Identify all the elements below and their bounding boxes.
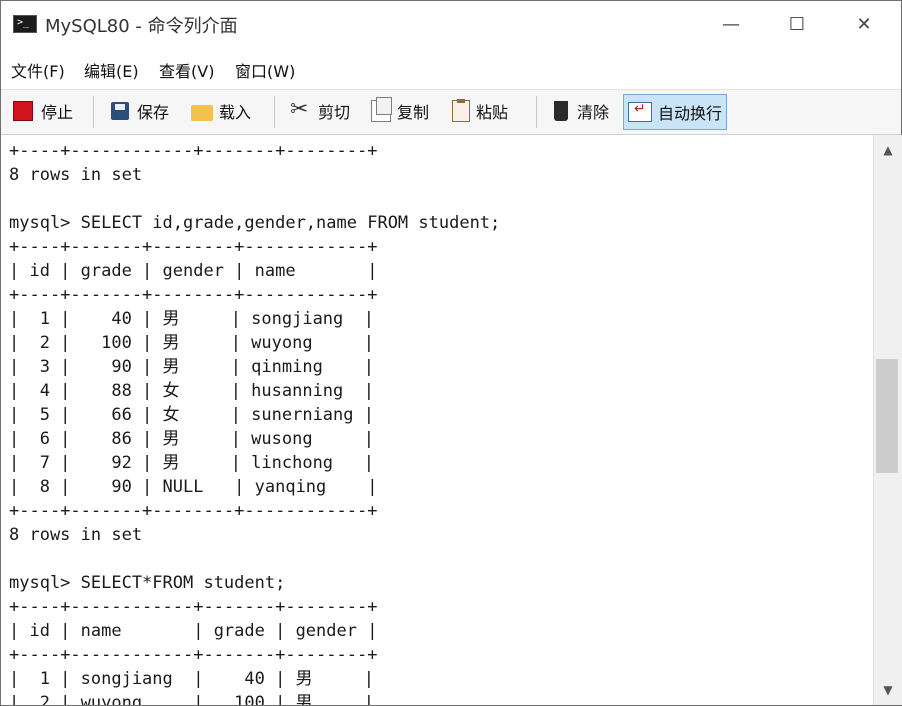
word-wrap-toggle[interactable]: 自动换行 [623, 94, 728, 130]
console-line: +----+------------+-------+--------+ [9, 645, 378, 665]
console-line: | id | grade | gender | name | [9, 261, 378, 281]
clipboard-icon [452, 99, 470, 122]
menu-view[interactable]: 查看(V) [159, 58, 214, 82]
copy-label: 复制 [397, 103, 430, 122]
console-line: +----+-------+--------+------------+ [9, 285, 378, 305]
console-line: | 2 | 100 | 男 | wuyong | [9, 333, 374, 353]
scroll-down-arrow-icon[interactable]: ▼ [874, 679, 902, 701]
word-wrap-label: 自动换行 [658, 104, 723, 123]
console-output[interactable]: +----+------------+-------+--------+ 8 r… [1, 135, 871, 705]
close-button[interactable]: ✕ [841, 9, 887, 39]
stop-button[interactable]: 停止 [7, 94, 77, 128]
paste-label: 粘贴 [476, 103, 509, 122]
copy-button[interactable]: 复制 [367, 94, 433, 128]
scrollbar-thumb[interactable] [876, 359, 898, 473]
toolbar: 停止 保存 载入 剪切 复制 粘贴 清除 自动换 [1, 89, 901, 135]
cut-label: 剪切 [318, 103, 351, 122]
toolbar-separator [93, 96, 94, 128]
stop-icon [13, 101, 33, 121]
console-line: | 7 | 92 | 男 | linchong | [9, 453, 374, 473]
console-line: mysql> SELECT id,grade,gender,name FROM … [9, 213, 501, 233]
console-app-icon: >_ [13, 15, 37, 33]
console-line: +----+-------+--------+------------+ [9, 501, 378, 521]
copy-icon [371, 97, 392, 122]
save-icon [111, 102, 129, 120]
vertical-scrollbar[interactable]: ▲ ▼ [873, 135, 902, 705]
console-line: 8 rows in set [9, 165, 143, 185]
scroll-up-arrow-icon[interactable]: ▲ [874, 139, 902, 161]
menu-file[interactable]: 文件(F) [11, 58, 65, 82]
word-wrap-icon [628, 101, 652, 122]
console-line: | 1 | songjiang | 40 | 男 | [9, 669, 374, 689]
menu-edit[interactable]: 编辑(E) [84, 58, 139, 82]
clear-button[interactable]: 清除 [547, 94, 613, 128]
menu-window[interactable]: 窗口(W) [235, 58, 295, 82]
maximize-button[interactable]: ☐ [774, 9, 820, 39]
toolbar-separator [274, 96, 275, 128]
console-app-icon-glyph: >_ [17, 17, 30, 28]
title-bar[interactable]: >_ MySQL80 - 命令列介面 — ☐ ✕ [1, 1, 901, 47]
console-line: | 2 | wuyong | 100 | 男 | [9, 693, 374, 705]
scissors-icon [290, 97, 312, 122]
save-button[interactable]: 保存 [105, 94, 173, 128]
trash-icon [554, 101, 568, 121]
console-line: 8 rows in set [9, 525, 143, 545]
console-line: | id | name | grade | gender | [9, 621, 378, 641]
console-line: mysql> SELECT*FROM student; [9, 573, 286, 593]
minimize-button[interactable]: — [708, 9, 754, 39]
console-line: | 5 | 66 | 女 | sunerniang | [9, 405, 374, 425]
cut-button[interactable]: 剪切 [286, 94, 354, 128]
console-line: | 3 | 90 | 男 | qinming | [9, 357, 374, 377]
folder-icon [191, 104, 213, 121]
console-line: | 4 | 88 | 女 | husanning | [9, 381, 374, 401]
paste-button[interactable]: 粘贴 [448, 94, 512, 128]
mysql-console-window: >_ MySQL80 - 命令列介面 — ☐ ✕ 文件(F) 编辑(E) 查看(… [0, 0, 902, 706]
console-line: | 6 | 86 | 男 | wusong | [9, 429, 374, 449]
stop-label: 停止 [41, 103, 74, 122]
console-line: +----+------------+-------+--------+ [9, 597, 378, 617]
console-line: +----+------------+-------+--------+ [9, 141, 378, 161]
toolbar-separator [536, 96, 537, 128]
clear-label: 清除 [577, 103, 610, 122]
window-title: MySQL80 - 命令列介面 [45, 16, 238, 37]
console-line: | 1 | 40 | 男 | songjiang | [9, 309, 374, 329]
load-label: 载入 [219, 103, 252, 122]
menu-bar: 文件(F) 编辑(E) 查看(V) 窗口(W) [1, 54, 901, 84]
save-label: 保存 [137, 103, 170, 122]
console-line: | 8 | 90 | NULL | yanqing | [9, 477, 378, 497]
load-button[interactable]: 载入 [187, 94, 255, 128]
console-line: +----+-------+--------+------------+ [9, 237, 378, 257]
